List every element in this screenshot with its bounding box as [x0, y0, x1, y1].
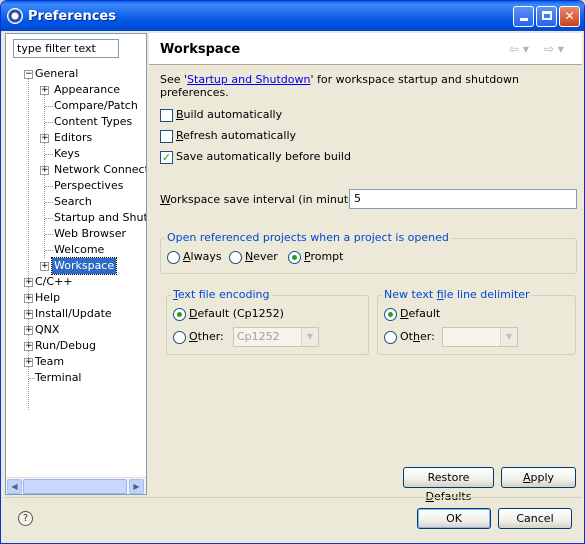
close-icon: ✕	[564, 9, 575, 23]
line-delimiter-group: New text file line delimiter Default Oth…	[377, 288, 576, 355]
window-title: Preferences	[28, 9, 116, 24]
tree-item-workspace[interactable]: Workspace	[50, 257, 118, 275]
page-header: Workspace ⇦ ▾ ⇨ ▾	[149, 33, 582, 65]
help-icon[interactable]: ?	[18, 511, 33, 526]
scroll-right-icon[interactable]: ▶	[129, 479, 144, 494]
maximize-button[interactable]	[536, 6, 557, 27]
forward-arrow-icon[interactable]: ⇨ ▾	[544, 42, 564, 56]
tree-item-startup-shutdown[interactable]: Startup and Shutd	[54, 210, 146, 226]
tree-item-web-browser[interactable]: Web Browser	[54, 226, 126, 242]
preferences-window: Preferences ✕ − General + Appearance Com…	[0, 0, 585, 544]
line-delimiter-title: New text file line delimiter	[382, 288, 532, 301]
expand-icon[interactable]: +	[24, 358, 33, 367]
delimiter-other-radio[interactable]: Other:	[384, 330, 435, 346]
tree-item-qnx[interactable]: QNX	[35, 322, 59, 338]
tree-item-install-update[interactable]: Install/Update	[35, 306, 112, 322]
chevron-down-icon[interactable]: ▼	[500, 328, 517, 346]
preference-tree: − General + Appearance Compare/Patch Con…	[6, 66, 146, 478]
expand-icon[interactable]: +	[40, 166, 49, 175]
filter-input[interactable]	[13, 39, 119, 58]
close-button[interactable]: ✕	[559, 6, 580, 27]
radio-never[interactable]: Never	[229, 250, 278, 266]
save-interval-label: Workspace save interval (in minutes):	[160, 193, 369, 206]
delimiter-default-radio[interactable]: Default	[384, 307, 440, 323]
tree-item-compare-patch[interactable]: Compare/Patch	[54, 98, 138, 114]
tree-item-welcome[interactable]: Welcome	[54, 242, 104, 258]
expand-icon[interactable]: +	[24, 326, 33, 335]
scroll-thumb[interactable]	[23, 479, 127, 494]
tree-item-content-types[interactable]: Content Types	[54, 114, 132, 130]
tree-item-general[interactable]: General	[35, 66, 78, 82]
maximize-icon	[541, 11, 552, 20]
expand-icon[interactable]: +	[24, 294, 33, 303]
ok-button[interactable]: OK	[417, 508, 491, 529]
restore-defaults-button[interactable]: Restore Defaults	[403, 467, 494, 503]
save-interval-input[interactable]: 5	[349, 189, 577, 209]
tree-item-search[interactable]: Search	[54, 194, 92, 210]
page-title: Workspace	[160, 42, 241, 57]
save-before-build-checkbox[interactable]: ✓ Save automatically before build	[160, 150, 351, 166]
encoding-other-radio[interactable]: Other:	[173, 330, 224, 346]
startup-shutdown-link[interactable]: Startup and Shutdown	[187, 73, 310, 86]
tree-item-editors[interactable]: Editors	[54, 130, 92, 146]
tree-item-terminal[interactable]: Terminal	[35, 370, 82, 386]
startup-link-line: See 'Startup and Shutdown' for workspace…	[160, 73, 519, 99]
tree-item-keys[interactable]: Keys	[54, 146, 80, 162]
expand-icon[interactable]: +	[40, 262, 49, 271]
horizontal-scrollbar[interactable]: ◀ ▶	[6, 477, 146, 494]
check-icon[interactable]: ✓	[160, 150, 173, 164]
expand-icon[interactable]: +	[24, 310, 33, 319]
chevron-down-icon[interactable]: ▼	[301, 328, 318, 346]
checkbox-box[interactable]	[160, 129, 173, 143]
expand-icon[interactable]: +	[40, 86, 49, 95]
checkbox-box[interactable]	[160, 108, 173, 122]
expand-icon[interactable]: +	[24, 278, 33, 287]
eclipse-icon	[7, 8, 23, 24]
cancel-button[interactable]: Cancel	[498, 508, 572, 529]
build-automatically-checkbox[interactable]: Build automatically	[160, 108, 282, 124]
tree-item-run-debug[interactable]: Run/Debug	[35, 338, 96, 354]
text-encoding-title: Text file encoding	[171, 288, 272, 301]
refresh-automatically-checkbox[interactable]: Refresh automatically	[160, 129, 296, 145]
tree-item-perspectives[interactable]: Perspectives	[54, 178, 123, 194]
text-encoding-group: Text file encoding Default (Cp1252) Othe…	[166, 288, 369, 355]
open-projects-group: Open referenced projects when a project …	[160, 231, 577, 274]
expand-icon[interactable]: +	[40, 134, 49, 143]
tree-item-network-connections[interactable]: Network Connectio	[54, 162, 146, 178]
title-bar[interactable]: Preferences ✕	[1, 1, 584, 31]
tree-item-help[interactable]: Help	[35, 290, 60, 306]
preference-page: Workspace ⇦ ▾ ⇨ ▾ See 'Startup and Shutd…	[149, 33, 582, 503]
delimiter-combo[interactable]: ▼	[442, 327, 518, 347]
back-arrow-icon[interactable]: ⇦ ▾	[509, 42, 529, 56]
tree-item-appearance[interactable]: Appearance	[54, 82, 120, 98]
preference-tree-panel: − General + Appearance Compare/Patch Con…	[5, 33, 147, 495]
apply-button[interactable]: Apply	[501, 467, 576, 488]
encoding-combo[interactable]: Cp1252 ▼	[233, 327, 319, 347]
footer-separator	[5, 497, 582, 498]
expand-icon[interactable]: +	[24, 342, 33, 351]
minimize-button[interactable]	[513, 6, 534, 27]
scroll-left-icon[interactable]: ◀	[7, 479, 22, 494]
radio-always[interactable]: Always	[167, 250, 222, 266]
collapse-icon[interactable]: −	[24, 70, 33, 79]
tree-item-cpp[interactable]: C/C++	[35, 274, 73, 290]
minimize-icon	[519, 18, 528, 21]
radio-prompt[interactable]: Prompt	[288, 250, 343, 266]
encoding-default-radio[interactable]: Default (Cp1252)	[173, 307, 284, 323]
tree-item-team[interactable]: Team	[35, 354, 64, 370]
open-projects-title: Open referenced projects when a project …	[165, 231, 451, 244]
